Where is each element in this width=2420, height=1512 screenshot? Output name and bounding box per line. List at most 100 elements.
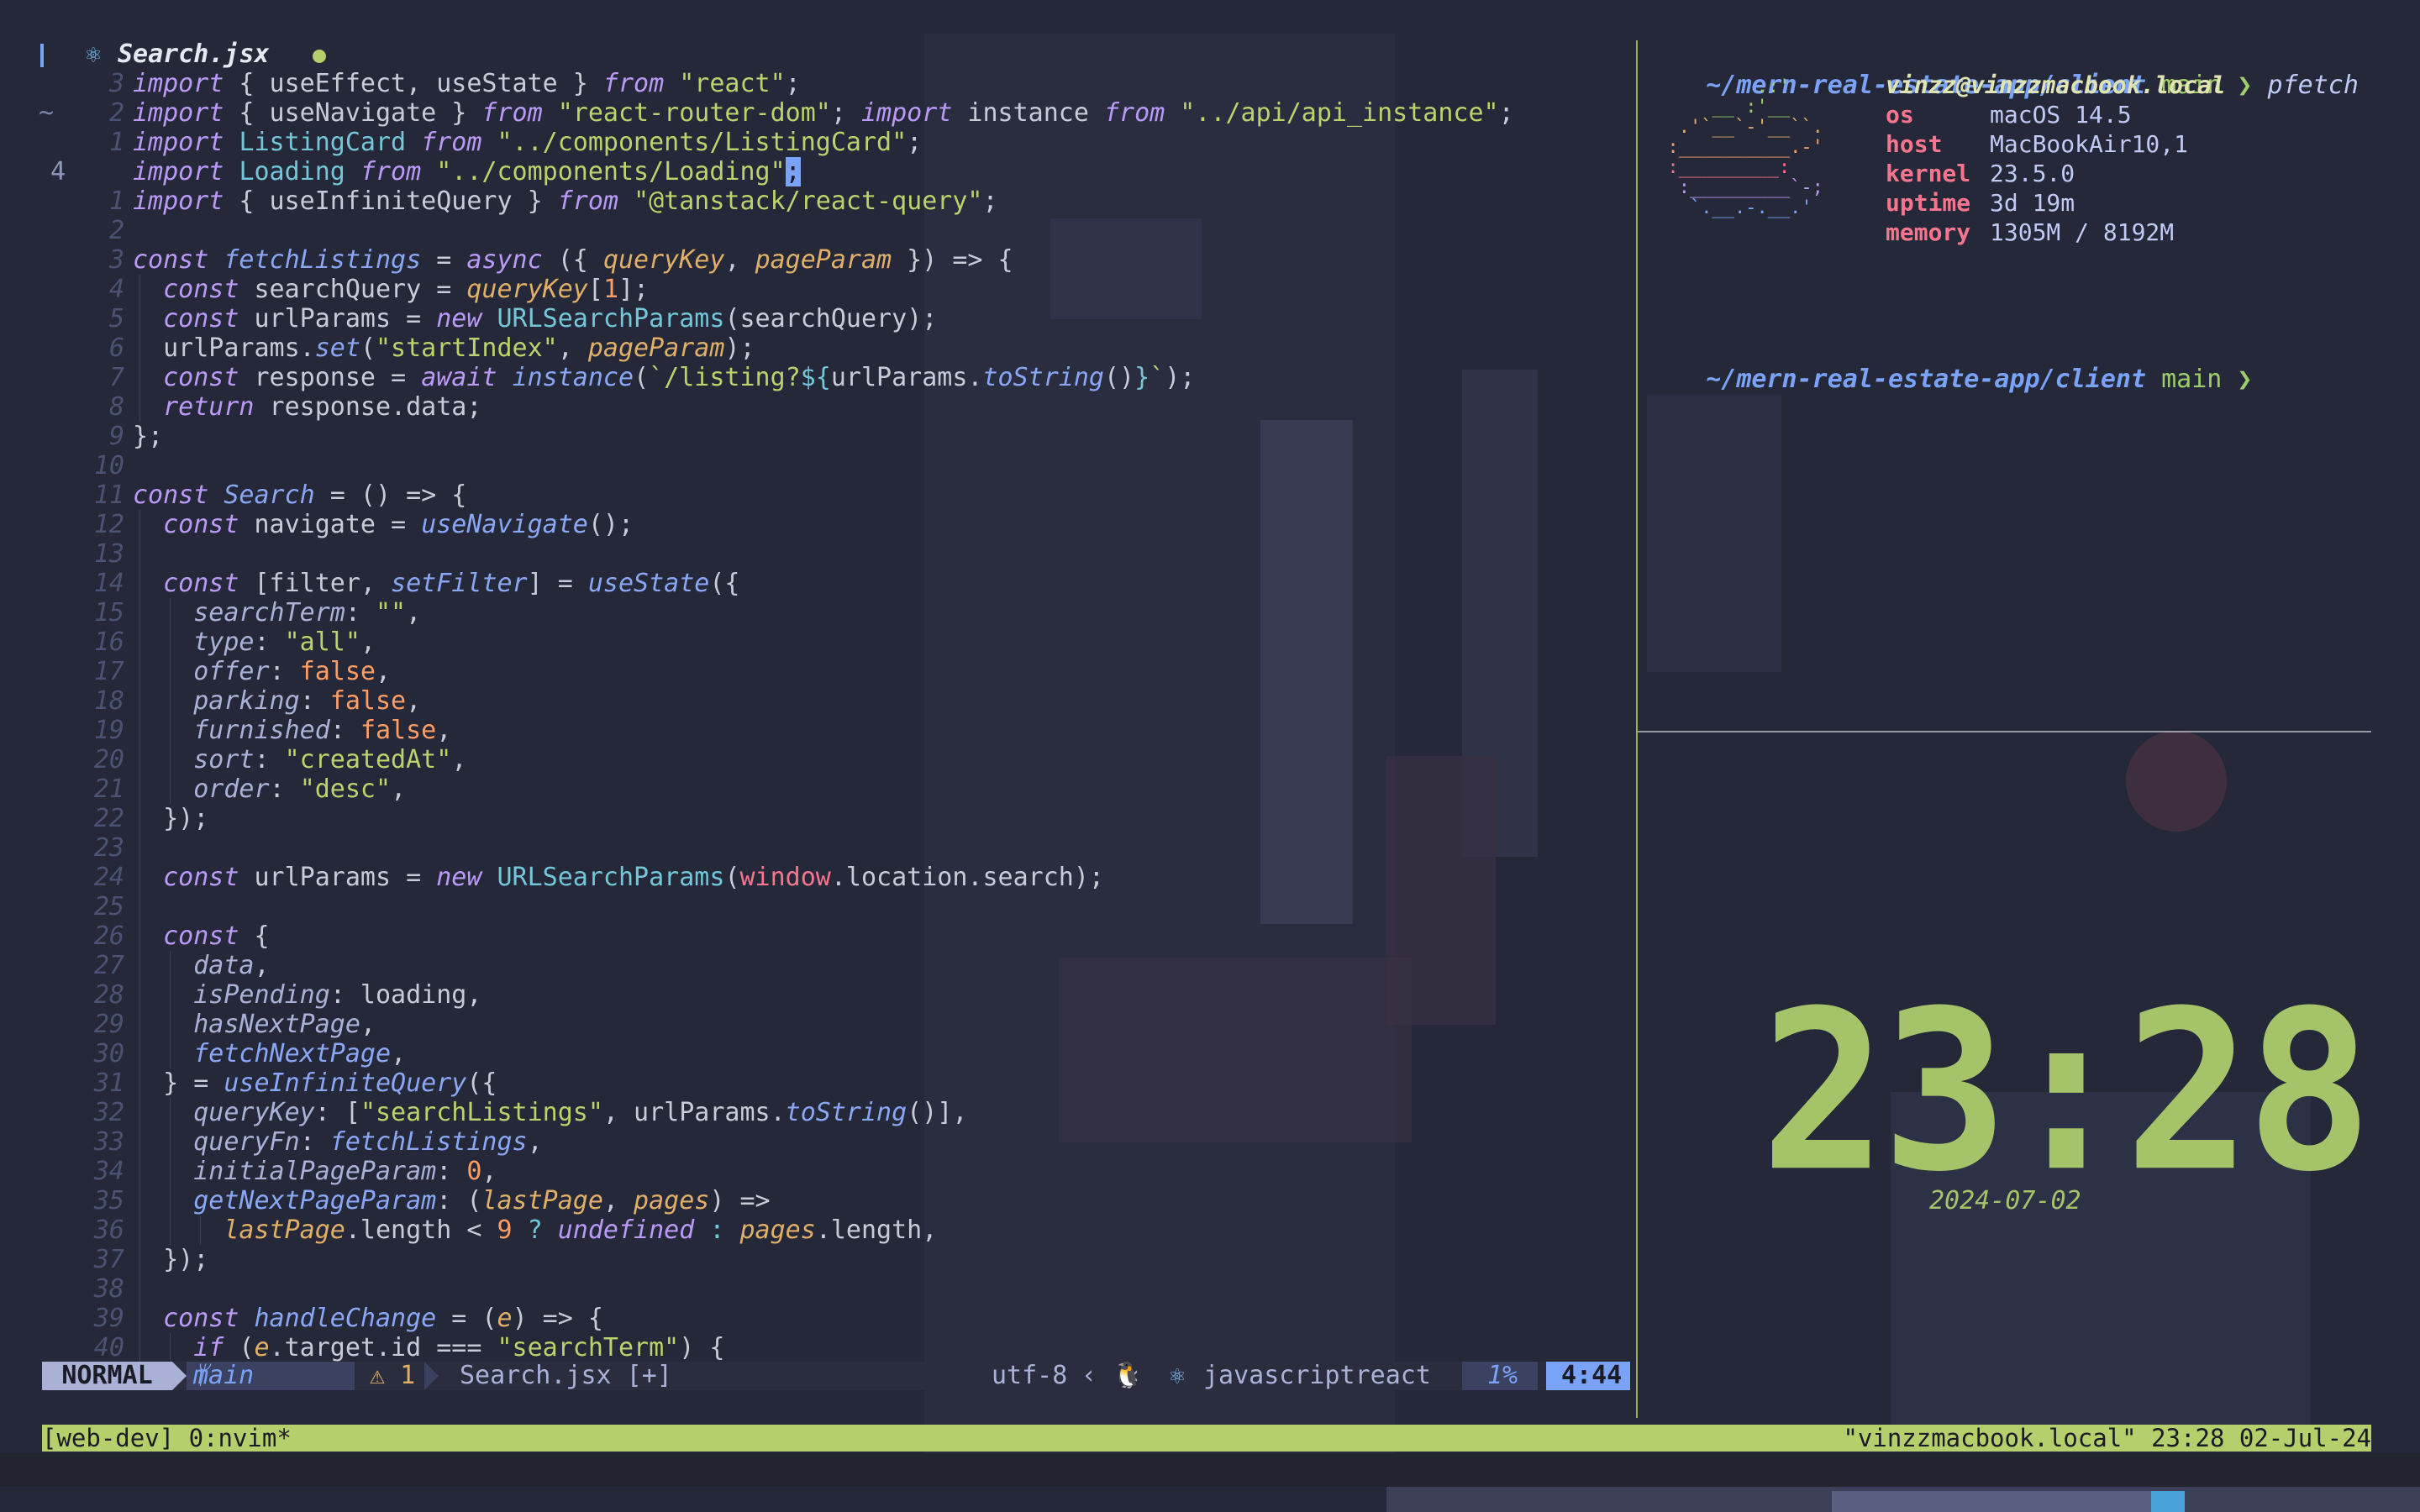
code-line[interactable]: 30 fetchNextPage, (34, 1039, 1630, 1068)
code-text[interactable]: const handleChange = (e) => { (133, 1304, 603, 1333)
code-text[interactable]: offer: false, (133, 657, 391, 686)
code-line[interactable]: 7 const response = await instance(`/list… (34, 363, 1630, 392)
code-text[interactable]: lastPage.length < 9 ? undefined : pages.… (133, 1215, 937, 1245)
code-text[interactable]: parking: false, (133, 686, 421, 716)
code-text[interactable]: }; (133, 422, 163, 451)
code-line[interactable]: 37 }); (34, 1245, 1630, 1274)
code-text[interactable]: const [filter, setFilter] = useState({ (133, 569, 739, 598)
code-line[interactable]: 17 offer: false, (34, 657, 1630, 686)
code-line[interactable]: 13 (34, 539, 1630, 569)
separator-icon (172, 1362, 187, 1390)
code-text[interactable]: type: "all", (133, 627, 376, 657)
code-text[interactable]: const searchQuery = queryKey[1]; (133, 275, 649, 304)
code-text[interactable]: queryKey: ["searchListings", urlParams.t… (133, 1098, 967, 1127)
code-text[interactable]: } = useInfiniteQuery({ (133, 1068, 497, 1098)
code-line[interactable]: 2 (34, 216, 1630, 245)
code-line[interactable]: 5 const urlParams = new URLSearchParams(… (34, 304, 1630, 333)
code-line[interactable]: 38 (34, 1274, 1630, 1304)
code-line[interactable]: 34 initialPageParam: 0, (34, 1157, 1630, 1186)
code-line[interactable]: 39 const handleChange = (e) => { (34, 1304, 1630, 1333)
code-line[interactable]: ~2 import { useNavigate } from "react-rou… (34, 98, 1630, 128)
code-text[interactable]: const urlParams = new URLSearchParams(wi… (133, 863, 1104, 892)
code-text[interactable]: initialPageParam: 0, (133, 1157, 497, 1186)
code-line[interactable]: 6 urlParams.set("startIndex", pageParam)… (34, 333, 1630, 363)
line-number: 17 (93, 657, 124, 686)
code-line[interactable]: 33 queryFn: fetchListings, (34, 1127, 1630, 1157)
code-line[interactable]: 26 const { (34, 921, 1630, 951)
code-line[interactable]: 16 type: "all", (34, 627, 1630, 657)
code-text[interactable]: const urlParams = new URLSearchParams(se… (133, 304, 937, 333)
code-line[interactable]: 10 (34, 451, 1630, 480)
code-text[interactable]: const { (133, 921, 269, 951)
tmux-session-window[interactable]: [web-dev] 0:nvim* (42, 1425, 292, 1452)
code-text[interactable]: const Search = () => { (133, 480, 466, 510)
code-text[interactable]: import ListingCard from "../components/L… (133, 128, 922, 157)
code-line[interactable]: 1 import ListingCard from "../components/… (34, 128, 1630, 157)
code-text[interactable]: order: "desc", (133, 774, 406, 804)
code-line[interactable]: 19 furnished: false, (34, 716, 1630, 745)
code-line[interactable]: 23 (34, 833, 1630, 863)
code-text[interactable]: isPending: loading, (133, 980, 481, 1010)
cursor-position: 4:44 (1561, 1361, 1623, 1390)
tab-filename[interactable]: Search.jsx (118, 40, 270, 69)
code-line[interactable]: 21 order: "desc", (34, 774, 1630, 804)
code-line[interactable]: 18 parking: false, (34, 686, 1630, 716)
code-text[interactable]: furnished: false, (133, 716, 451, 745)
code-line[interactable]: 4 const searchQuery = queryKey[1]; (34, 275, 1630, 304)
code-text[interactable]: import Loading from "../components/Loadi… (133, 157, 801, 186)
code-text[interactable]: import { useEffect, useState } from "rea… (133, 69, 801, 98)
code-text[interactable]: sort: "createdAt", (133, 745, 466, 774)
code-line[interactable]: 20 sort: "createdAt", (34, 745, 1630, 774)
code-text[interactable]: }); (133, 804, 208, 833)
code-line[interactable]: 11 const Search = () => { (34, 480, 1630, 510)
code-line[interactable]: 35 getNextPageParam: (lastPage, pages) =… (34, 1186, 1630, 1215)
indent-guide (139, 539, 140, 569)
code-line[interactable]: 31 } = useInfiniteQuery({ (34, 1068, 1630, 1098)
code-text[interactable]: queryFn: fetchListings, (133, 1127, 542, 1157)
code-line[interactable]: 27 data, (34, 951, 1630, 980)
code-line[interactable]: 15 searchTerm: "", (34, 598, 1630, 627)
code-text[interactable]: }); (133, 1245, 208, 1274)
code-line[interactable]: 14 const [filter, setFilter] = useState(… (34, 569, 1630, 598)
code-text[interactable]: searchTerm: "", (133, 598, 421, 627)
code-line[interactable]: 36 lastPage.length < 9 ? undefined : pag… (34, 1215, 1630, 1245)
code-text[interactable]: const response = await instance(`/listin… (133, 363, 1195, 392)
pane-divider-vertical[interactable] (1636, 40, 1638, 1418)
code-line[interactable]: 25 (34, 892, 1630, 921)
code-line[interactable]: 3 const fetchListings = async ({ queryKey… (34, 245, 1630, 275)
pane-divider-horizontal[interactable] (1638, 731, 2371, 732)
code-text[interactable]: return response.data; (133, 392, 481, 422)
code-text[interactable]: getNextPageParam: (lastPage, pages) => (133, 1186, 770, 1215)
line-number: 18 (93, 686, 124, 716)
code-line[interactable]: 28 isPending: loading, (34, 980, 1630, 1010)
code-line[interactable]: 22 }); (34, 804, 1630, 833)
code-text[interactable]: if (e.target.id === "searchTerm") { (133, 1333, 724, 1362)
code-line[interactable]: 32 queryKey: ["searchListings", urlParam… (34, 1098, 1630, 1127)
prompt-directory: ~/mern-real-estate-app/client (1706, 365, 2147, 394)
code-text[interactable]: const fetchListings = async ({ queryKey,… (133, 245, 1013, 275)
code-line[interactable]: 29 hasNextPage, (34, 1010, 1630, 1039)
code-line[interactable]: 24 const urlParams = new URLSearchParams… (34, 863, 1630, 892)
code-line[interactable]: 12 const navigate = useNavigate(); (34, 510, 1630, 539)
code-line[interactable]: 8 return response.data; (34, 392, 1630, 422)
code-text[interactable]: hasNextPage, (133, 1010, 376, 1039)
react-icon: ⚛ (86, 39, 102, 69)
line-number: 20 (93, 745, 124, 774)
line-number: 21 (93, 774, 124, 804)
code-buffer[interactable]: 3 import { useEffect, useState } from "re… (34, 69, 1630, 1362)
line-number: 9 (108, 422, 124, 451)
code-text[interactable]: import { useInfiniteQuery } from "@tanst… (133, 186, 998, 216)
code-line[interactable]: 4 import Loading from "../components/Load… (34, 157, 1630, 186)
code-line[interactable]: 1 import { useInfiniteQuery } from "@tans… (34, 186, 1630, 216)
code-text[interactable]: const navigate = useNavigate(); (133, 510, 634, 539)
code-text[interactable]: data, (133, 951, 269, 980)
shell-prompt[interactable]: ~/mern-real-estate-app/client main ❯ (1645, 334, 2252, 394)
code-text[interactable]: import { useNavigate } from "react-route… (133, 98, 1514, 128)
line-number: 2 (108, 98, 124, 128)
code-line[interactable]: 3 import { useEffect, useState } from "re… (34, 69, 1630, 98)
code-text[interactable]: urlParams.set("startIndex", pageParam); (133, 333, 755, 363)
code-text[interactable]: fetchNextPage, (133, 1039, 406, 1068)
code-line[interactable]: 9}; (34, 422, 1630, 451)
code-line[interactable]: 40 if (e.target.id === "searchTerm") { (34, 1333, 1630, 1362)
editor-pane[interactable]: ⚛ Search.jsx 3 import { useEffect, useSta… (34, 40, 1630, 1363)
